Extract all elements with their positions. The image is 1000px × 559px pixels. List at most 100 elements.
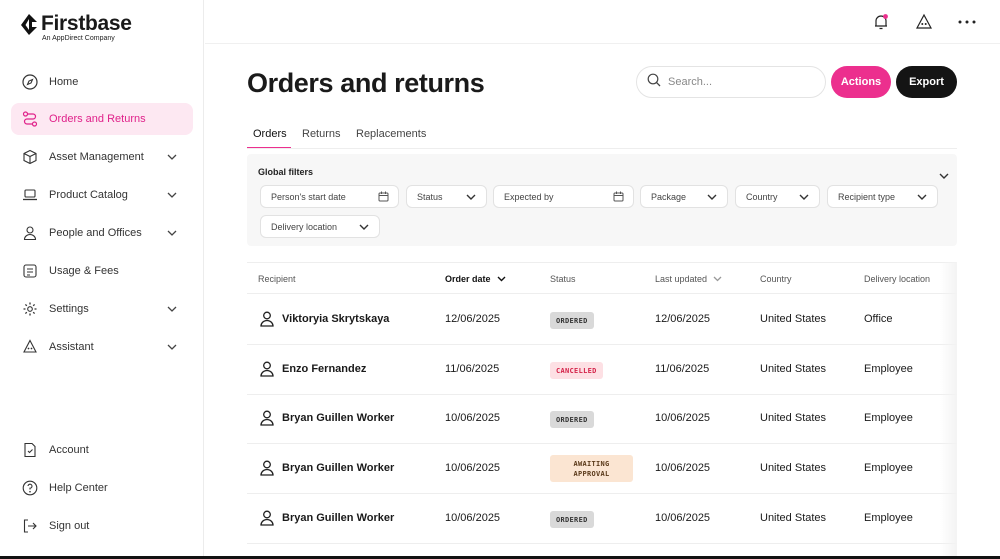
sidebar-item-label: Sign out xyxy=(49,520,90,532)
top-bar xyxy=(205,0,1000,44)
assistant-icon[interactable] xyxy=(913,11,935,33)
column-header-recipient[interactable]: Recipient xyxy=(258,274,296,284)
sidebar-item-settings[interactable]: Settings xyxy=(11,293,193,325)
status-badge: ORDERED xyxy=(550,511,594,528)
tab-returns[interactable]: Returns xyxy=(302,128,341,140)
table-header: Recipient Order date Status Last updated… xyxy=(247,262,957,294)
sidebar-item-asset-management[interactable]: Asset Management xyxy=(11,141,193,173)
chevron-down-icon xyxy=(797,190,811,204)
chevron-down-icon[interactable] xyxy=(165,150,179,164)
tab-orders[interactable]: Orders xyxy=(253,128,287,140)
delivery-location-cell: Employee xyxy=(864,512,913,524)
table-row[interactable]: Bryan Guillen Worker 10/06/2025 AWAITING… xyxy=(247,444,957,494)
more-options-icon[interactable] xyxy=(956,11,978,33)
calendar-icon xyxy=(611,190,625,204)
chevron-down-icon[interactable] xyxy=(939,166,949,184)
sort-chevron-down-icon xyxy=(497,276,506,282)
sidebar-item-label: Help Center xyxy=(49,482,108,494)
filter-package[interactable]: Package xyxy=(640,185,728,208)
actions-button[interactable]: Actions xyxy=(831,66,891,98)
table-row[interactable]: Bryan Guillen Worker 10/06/2025 ORDERED … xyxy=(247,394,957,444)
recipient-cell[interactable]: Bryan Guillen Worker xyxy=(258,458,394,478)
status-badge: AWAITING APPROVAL xyxy=(550,455,633,482)
filter-expected-by[interactable]: Expected by xyxy=(493,185,634,208)
search-input[interactable] xyxy=(668,76,808,88)
column-header-last-updated[interactable]: Last updated xyxy=(655,274,722,284)
chevron-down-icon xyxy=(705,190,719,204)
recipient-cell[interactable]: Enzo Fernandez xyxy=(258,359,366,379)
chevron-down-icon[interactable] xyxy=(165,302,179,316)
filter-label: Country xyxy=(746,191,778,202)
sidebar-item-label: Home xyxy=(49,76,79,88)
brand-name: Firstbase xyxy=(41,12,132,35)
filter-label: Package xyxy=(651,191,687,202)
filter-label: Status xyxy=(417,191,443,202)
sidebar-item-product-catalog[interactable]: Product Catalog xyxy=(11,179,193,211)
person-icon xyxy=(258,508,276,528)
table-row[interactable]: Enzo Fernandez 11/06/2025 CANCELLED 11/0… xyxy=(247,345,957,395)
sidebar-item-people-and-offices[interactable]: People and Offices xyxy=(11,217,193,249)
recipient-name: Enzo Fernandez xyxy=(282,363,367,375)
recipient-cell[interactable]: Bryan Guillen Worker xyxy=(258,408,394,428)
sidebar-item-label: Usage & Fees xyxy=(49,265,119,277)
tab-replacements[interactable]: Replacements xyxy=(356,128,426,140)
person-icon xyxy=(258,359,276,379)
sidebar-item-label: Asset Management xyxy=(49,151,144,163)
notifications-bell-icon[interactable] xyxy=(870,11,892,33)
filters-title: Global filters xyxy=(258,167,314,177)
sidebar-item-usage-and-fees[interactable]: Usage & Fees xyxy=(11,255,193,287)
sidebar-item-home[interactable]: Home xyxy=(11,66,193,98)
order-date-cell: 11/06/2025 xyxy=(445,363,500,375)
column-header-country[interactable]: Country xyxy=(760,274,792,284)
sidebar-item-help-center[interactable]: Help Center xyxy=(11,472,193,504)
sidebar-item-account[interactable]: Account xyxy=(11,434,193,466)
sidebar-item-orders-and-returns[interactable]: Orders and Returns xyxy=(11,103,193,135)
status-badge: ORDERED xyxy=(550,312,594,329)
order-date-cell: 10/06/2025 xyxy=(445,512,501,524)
country-cell: United States xyxy=(760,462,827,474)
recipient-name: Viktoryia Skrytskaya xyxy=(282,313,390,325)
export-button[interactable]: Export xyxy=(896,66,957,98)
filter-country[interactable]: Country xyxy=(735,185,820,208)
delivery-location-cell: Employee xyxy=(864,412,913,424)
filter-status[interactable]: Status xyxy=(406,185,487,208)
gear-icon xyxy=(21,300,39,318)
last-updated-cell: 10/06/2025 xyxy=(655,412,711,424)
document-icon xyxy=(21,441,39,459)
chevron-down-icon[interactable] xyxy=(165,340,179,354)
sidebar-item-label: Settings xyxy=(49,303,89,315)
chevron-down-icon[interactable] xyxy=(165,226,179,240)
column-header-status[interactable]: Status xyxy=(550,274,576,284)
delivery-location-cell: Employee xyxy=(864,363,913,375)
sidebar-item-label: Product Catalog xyxy=(49,189,128,201)
table-row[interactable]: Bryan Guillen Worker 10/06/2025 ORDERED … xyxy=(247,494,957,544)
recipient-name: Bryan Guillen Worker xyxy=(282,462,395,474)
country-cell: United States xyxy=(760,313,827,325)
calendar-icon xyxy=(376,190,390,204)
column-header-order-date[interactable]: Order date xyxy=(445,274,506,284)
order-date-cell: 10/06/2025 xyxy=(445,412,501,424)
last-updated-cell: 10/06/2025 xyxy=(655,512,711,524)
recipient-cell[interactable]: Viktoryia Skrytskaya xyxy=(258,309,389,329)
search-icon xyxy=(647,73,661,92)
filter-persons-start-date[interactable]: Person's start date xyxy=(260,185,399,208)
firstbase-logo-icon xyxy=(21,14,37,35)
compass-icon xyxy=(21,73,39,91)
sort-chevron-down-icon xyxy=(713,276,722,282)
person-icon xyxy=(258,408,276,428)
sidebar-item-sign-out[interactable]: Sign out xyxy=(11,510,193,542)
chevron-down-icon[interactable] xyxy=(165,188,179,202)
order-date-cell: 12/06/2025 xyxy=(445,313,501,325)
sidebar-item-assistant[interactable]: Assistant xyxy=(11,331,193,363)
country-cell: United States xyxy=(760,512,827,524)
global-filters-panel: Global filters Person's start date Statu… xyxy=(247,154,957,246)
table-scroll-fade xyxy=(940,262,957,559)
recipient-cell[interactable]: Bryan Guillen Worker xyxy=(258,508,394,528)
table-row[interactable]: Viktoryia Skrytskaya 12/06/2025 ORDERED … xyxy=(247,295,957,345)
filter-delivery-location[interactable]: Delivery location xyxy=(260,215,380,238)
column-header-delivery-location[interactable]: Delivery location xyxy=(864,274,930,284)
filter-recipient-type[interactable]: Recipient type xyxy=(827,185,938,208)
brand-subtitle: An AppDirect Company xyxy=(42,35,115,42)
sidebar-item-label: People and Offices xyxy=(49,227,142,239)
search-box[interactable] xyxy=(636,66,826,98)
